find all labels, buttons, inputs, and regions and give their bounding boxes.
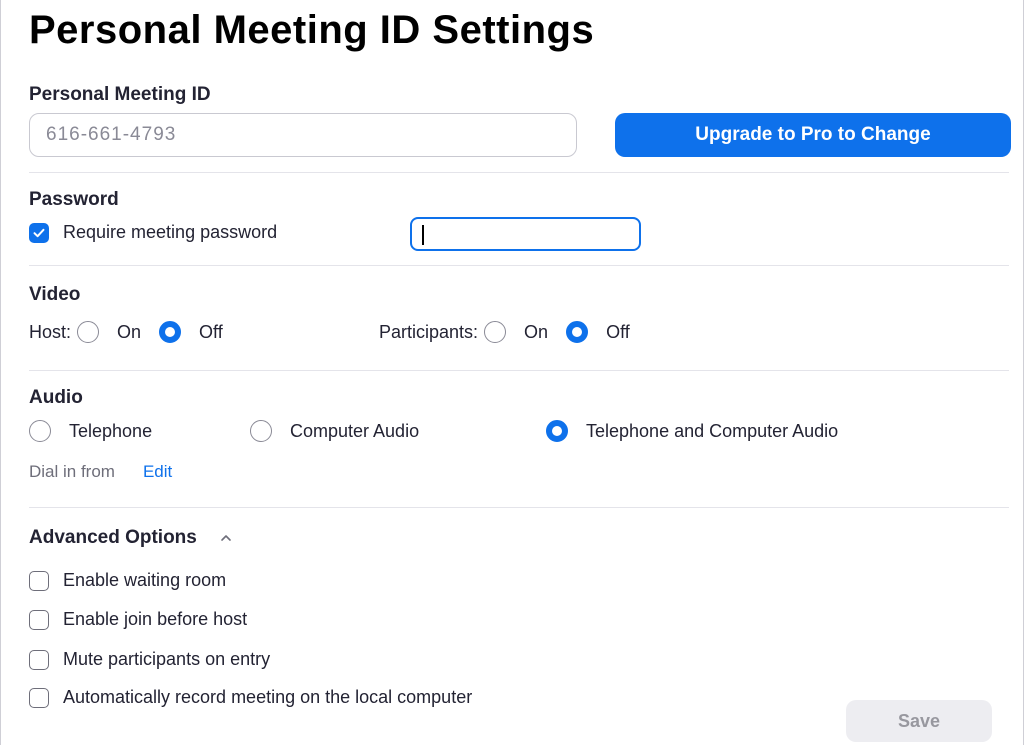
password-input[interactable] — [410, 217, 641, 251]
auto-record-local-label: Automatically record meeting on the loca… — [63, 687, 473, 707]
mute-on-entry-label: Mute participants on entry — [63, 649, 271, 669]
advanced-option-row[interactable]: Enable join before host — [29, 609, 247, 630]
audio-section-label: Audio — [29, 387, 83, 408]
text-caret — [422, 225, 424, 245]
video-participants-label: Participants: — [379, 321, 479, 342]
video-host-row: Host: On Off — [29, 321, 223, 343]
video-participants-row: Participants: On Off — [379, 321, 630, 343]
audio-telephone-radio[interactable] — [29, 420, 51, 442]
checkmark-icon — [33, 228, 45, 237]
page-title: Personal Meeting ID Settings — [29, 8, 595, 52]
audio-telephone-label: Telephone — [69, 420, 153, 441]
chevron-up-icon — [221, 535, 231, 541]
audio-telephone-option[interactable]: Telephone — [29, 420, 152, 442]
mute-on-entry-checkbox[interactable] — [29, 649, 49, 670]
join-before-host-checkbox[interactable] — [29, 609, 49, 630]
video-participants-on-label: On — [524, 321, 549, 342]
dial-in-row: Dial in from Edit — [29, 462, 172, 482]
video-section-label: Video — [29, 284, 81, 305]
divider — [29, 370, 1009, 371]
pmi-field[interactable] — [29, 113, 577, 157]
password-section-label: Password — [29, 189, 119, 210]
video-host-on-label: On — [117, 321, 142, 342]
audio-both-radio[interactable] — [546, 420, 568, 442]
audio-both-option[interactable]: Telephone and Computer Audio — [546, 420, 838, 442]
video-host-off-label: Off — [199, 321, 223, 342]
audio-both-label: Telephone and Computer Audio — [586, 420, 839, 441]
save-button[interactable]: Save — [846, 700, 992, 742]
advanced-option-row[interactable]: Enable waiting room — [29, 570, 226, 591]
video-host-label: Host: — [29, 321, 72, 342]
waiting-room-checkbox[interactable] — [29, 570, 49, 591]
divider — [29, 172, 1009, 173]
video-host-off-radio[interactable] — [159, 321, 182, 343]
upgrade-to-pro-button[interactable]: Upgrade to Pro to Change — [615, 113, 1011, 157]
require-password-label: Require meeting password — [63, 222, 278, 242]
require-password-checkbox[interactable] — [29, 222, 49, 243]
advanced-option-row[interactable]: Automatically record meeting on the loca… — [29, 687, 472, 708]
audio-computer-radio[interactable] — [250, 420, 272, 442]
audio-computer-option[interactable]: Computer Audio — [250, 420, 419, 442]
require-password-row[interactable]: Require meeting password — [29, 222, 277, 243]
advanced-options-toggle[interactable]: Advanced Options — [29, 527, 233, 549]
video-participants-off-radio[interactable] — [566, 321, 589, 343]
waiting-room-label: Enable waiting room — [63, 570, 227, 590]
pmi-section-label: Personal Meeting ID — [29, 84, 211, 105]
join-before-host-label: Enable join before host — [63, 609, 248, 629]
video-participants-off-label: Off — [606, 321, 630, 342]
advanced-options-label: Advanced Options — [29, 527, 197, 548]
advanced-option-row[interactable]: Mute participants on entry — [29, 649, 270, 670]
dial-in-edit-link[interactable]: Edit — [143, 462, 172, 482]
auto-record-local-checkbox[interactable] — [29, 687, 49, 708]
divider — [29, 265, 1009, 266]
dial-in-label: Dial in from — [29, 462, 115, 481]
audio-computer-label: Computer Audio — [290, 420, 420, 441]
pmi-settings-window: Personal Meeting ID Settings Personal Me… — [0, 0, 1024, 745]
video-participants-on-radio[interactable] — [484, 321, 507, 343]
video-host-on-radio[interactable] — [77, 321, 100, 343]
divider — [29, 507, 1009, 508]
